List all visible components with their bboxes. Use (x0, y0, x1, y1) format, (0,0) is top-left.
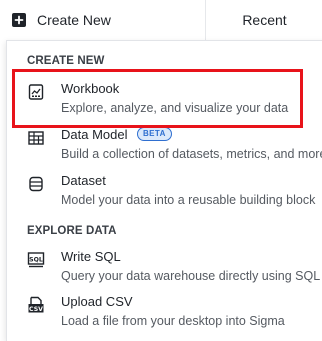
beta-badge: BETA (137, 127, 172, 141)
menu-item-description: Explore, analyze, and visualize your dat… (61, 101, 289, 115)
create-new-button[interactable]: Create New (0, 0, 206, 40)
dataset-icon (27, 175, 45, 193)
menu-item-description: Build a collection of datasets, metrics,… (61, 147, 322, 161)
tab-recent[interactable]: Recent (207, 0, 322, 40)
menu-item-description: Load a file from your desktop into Sigma (61, 314, 285, 328)
data-model-icon (27, 129, 45, 147)
create-new-dropdown: CREATE NEW Workbook Explore, analyze, an… (6, 40, 322, 341)
menu-item-title: Data Model (61, 127, 128, 142)
svg-text:CSV: CSV (29, 306, 43, 313)
plus-icon (12, 13, 26, 27)
menu-item-dataset[interactable]: Dataset Model your data into a reusable … (19, 173, 322, 219)
menu-item-workbook[interactable]: Workbook Explore, analyze, and visualize… (19, 81, 322, 127)
menu-item-write-sql[interactable]: SQL Write SQL Query your data warehouse … (19, 249, 322, 295)
section-header-explore-data: EXPLORE DATA (27, 225, 117, 237)
menu-item-title: Dataset (61, 173, 106, 188)
menu-item-upload-csv[interactable]: CSV Upload CSV Load a file from your des… (19, 294, 322, 340)
menu-item-title: Workbook (61, 81, 120, 96)
csv-icon: CSV (27, 296, 45, 314)
create-new-label: Create New (37, 12, 111, 28)
section-header-create-new: CREATE NEW (27, 55, 105, 67)
menu-item-title: Upload CSV (61, 294, 133, 309)
menu-item-description: Query your data warehouse directly using… (61, 269, 321, 283)
workbook-icon (27, 83, 45, 101)
top-bar: Create New Recent (0, 0, 322, 40)
svg-text:SQL: SQL (29, 257, 43, 264)
menu-item-description: Model your data into a reusable building… (61, 193, 316, 207)
sql-icon: SQL (27, 251, 45, 269)
menu-item-title: Write SQL (61, 249, 121, 264)
menu-item-data-model[interactable]: Data Model BETA Build a collection of da… (19, 127, 322, 173)
